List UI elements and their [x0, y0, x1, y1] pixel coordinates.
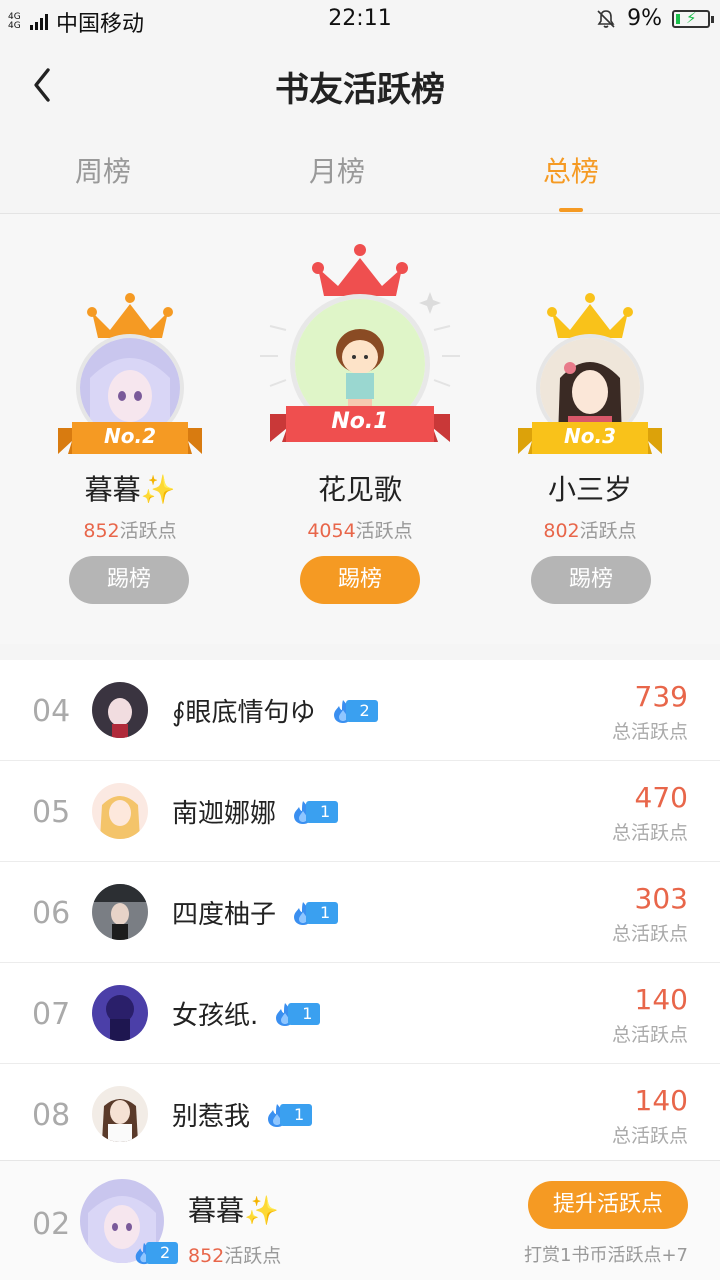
user-name: 花见歌 [317, 473, 402, 506]
rank-number: 07 [32, 997, 71, 1032]
level-number: 2 [146, 1242, 179, 1264]
avatar[interactable] [92, 985, 148, 1041]
score-block: 303 总活跃点 [612, 882, 688, 946]
user-name: 别惹我 [172, 1102, 251, 1132]
kick-button[interactable]: 踢榜 [531, 556, 651, 604]
score-label: 总活跃点 [611, 923, 688, 945]
podium-card-1: No.1 花见歌 4054活跃点 踢榜 [260, 242, 460, 614]
score-value: 739 [634, 680, 688, 713]
crown-icon [312, 244, 408, 296]
rank-number: 04 [32, 694, 71, 729]
level-badge: 1 [264, 1103, 313, 1127]
level-badge: 1 [272, 1002, 321, 1026]
level-badge: 2 [132, 1241, 179, 1265]
score-label: 总活跃点 [611, 1024, 688, 1046]
avatar[interactable] [92, 884, 148, 940]
my-ranking-bar: 02 2 暮暮✨ 852活跃点 提升活跃点 打赏1书币活跃点+7 [0, 1160, 720, 1280]
list-item[interactable]: 07 女孩纸. 1 140 总活跃点 [0, 963, 720, 1064]
avatar[interactable] [92, 1086, 148, 1142]
user-points: 852活跃点 [83, 520, 177, 542]
nav-header: 书友活跃榜 [0, 40, 720, 130]
list-item[interactable]: 05 南迦娜娜 1 470 总活跃点 [0, 761, 720, 862]
level-badge: 1 [290, 901, 339, 925]
level-number: 1 [306, 800, 339, 823]
level-badge: 2 [330, 699, 378, 723]
score-block: 140 总活跃点 [612, 983, 688, 1047]
tab-total[interactable]: 总榜 [501, 150, 641, 190]
user-name: 南迦娜娜 [172, 799, 277, 829]
my-rank-number: 02 [32, 1207, 71, 1242]
tab-weekly[interactable]: 周榜 [33, 150, 173, 190]
rank-label: No.3 [564, 424, 616, 448]
kick-button[interactable]: 踢榜 [69, 556, 189, 604]
ranking-list: 04 ∮眼底情句ゆ 2 739 总活跃点 05 南迦娜娜 1 470 总活跃点 … [0, 660, 720, 1165]
my-points: 852活跃点 [188, 1245, 282, 1267]
score-value: 470 [634, 781, 688, 814]
list-item[interactable]: 06 四度柚子 1 303 总活跃点 [0, 862, 720, 963]
level-number: 1 [280, 1103, 313, 1126]
page-title: 书友活跃榜 [275, 70, 445, 110]
rank-number: 08 [32, 1098, 71, 1133]
list-item[interactable]: 08 别惹我 1 140 总活跃点 [0, 1064, 720, 1165]
list-item[interactable]: 04 ∮眼底情句ゆ 2 739 总活跃点 [0, 660, 720, 761]
tab-monthly[interactable]: 月榜 [267, 150, 407, 190]
battery-percent: 9% [627, 6, 662, 31]
score-label: 总活跃点 [611, 822, 688, 844]
mute-bell-icon [597, 9, 615, 28]
level-number: 2 [345, 699, 378, 722]
user-name: 小三岁 [547, 473, 632, 506]
score-label: 总活跃点 [611, 721, 688, 743]
score-value: 303 [634, 882, 688, 915]
podium-card-3: No.3 小三岁 802活跃点 踢榜 [510, 284, 670, 614]
avatar[interactable] [92, 783, 148, 839]
reward-tip: 打赏1书币活跃点+7 [524, 1245, 688, 1266]
tab-indicator [559, 208, 583, 212]
rank-number: 06 [32, 896, 71, 931]
status-bar: 4G 4G 中国移动 22:11 9% ⚡ [0, 0, 720, 40]
score-label: 总活跃点 [611, 1125, 688, 1147]
rank-label: No.1 [331, 409, 389, 434]
avatar[interactable] [92, 682, 148, 738]
score-value: 140 [634, 983, 688, 1016]
user-points: 4054活跃点 [307, 520, 413, 542]
level-number: 1 [288, 1002, 321, 1025]
my-name: 暮暮✨ [188, 1194, 279, 1227]
score-block: 470 总活跃点 [612, 781, 688, 845]
rank-label: No.2 [104, 424, 156, 448]
score-block: 140 总活跃点 [612, 1084, 688, 1148]
user-name: 女孩纸. [172, 1001, 259, 1031]
top-three-podium: No.2 暮暮✨ 852活跃点 踢榜 No.1 花见歌 4054活跃点 踢榜 N… [0, 214, 720, 644]
level-number: 1 [306, 901, 339, 924]
boost-activity-button[interactable]: 提升活跃点 [528, 1181, 688, 1229]
podium-card-2: No.2 暮暮✨ 852活跃点 踢榜 [50, 284, 210, 614]
ranking-tabs: 周榜 月榜 总榜 [0, 130, 720, 214]
rank-number: 05 [32, 795, 71, 830]
user-name: 四度柚子 [172, 900, 277, 930]
battery-icon: ⚡ [672, 9, 714, 28]
score-value: 140 [634, 1084, 688, 1117]
level-badge: 1 [290, 800, 339, 824]
kick-button[interactable]: 踢榜 [300, 556, 420, 604]
user-name: ∮眼底情句ゆ [172, 698, 316, 728]
user-points: 802活跃点 [543, 520, 637, 542]
user-name: 暮暮✨ [84, 473, 176, 506]
score-block: 739 总活跃点 [612, 680, 688, 744]
